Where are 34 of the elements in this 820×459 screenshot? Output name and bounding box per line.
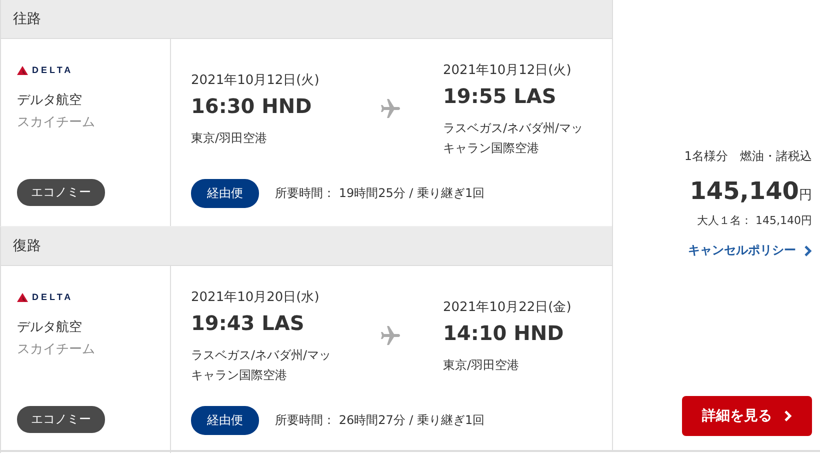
leg-heading: 復路: [0, 227, 612, 266]
airline-name: デルタ航空: [17, 92, 83, 109]
alliance-name: スカイチーム: [17, 114, 96, 131]
flight-time: 16:30 HND: [191, 94, 313, 118]
flight-date: 2021年10月22日(金): [443, 298, 572, 316]
airport-name: ラスベガス/ネバダ州/マッキャラン国際空港: [191, 346, 332, 384]
alliance-name: スカイチーム: [17, 341, 96, 358]
currency-label: 円: [799, 187, 812, 204]
airport-name: 東京/羽田空港: [191, 130, 268, 146]
chevron-icon: [804, 244, 812, 256]
duration-text: 所要時間： 26時間27分 / 乗り継ぎ1回: [275, 412, 485, 429]
flight-date: 2021年10月12日(火): [191, 72, 320, 88]
flight-date: 2021年10月20日(水): [191, 288, 320, 306]
price-amount: 145,140: [690, 177, 799, 205]
airport-name: 東京/羽田空港: [443, 356, 520, 374]
duration-text: 所要時間： 19時間25分 / 乗り継ぎ1回: [275, 185, 485, 202]
airline-name: デルタ航空: [17, 319, 83, 336]
route-type-badge: 経由便: [191, 406, 259, 435]
flight-time: 19:55 LAS: [443, 84, 558, 108]
details-button[interactable]: 詳細を見る: [682, 396, 812, 436]
cancel-policy-link[interactable]: キャンセルポリシー: [688, 242, 812, 259]
price-breakdown: 大人１名： 145,140円: [697, 213, 812, 228]
chevron-icon: [784, 410, 792, 422]
airline-logo: DELTA: [17, 292, 74, 302]
price-note: 1名様分 燃油・諸税込: [684, 148, 812, 165]
route-type-badge: 経由便: [191, 179, 259, 208]
flight-time: 19:43 LAS: [191, 310, 306, 334]
airport-name: ラスベガス/ネバダ州/マッキャラン国際空港: [443, 120, 584, 156]
cabin-badge: エコノミー: [17, 406, 105, 433]
flight-date: 2021年10月12日(火): [443, 62, 572, 78]
airline-logo: DELTA: [17, 65, 74, 75]
cabin-badge: エコノミー: [17, 179, 105, 206]
flight-time: 14:10 HND: [443, 320, 565, 344]
leg-heading: 往路: [0, 0, 612, 39]
